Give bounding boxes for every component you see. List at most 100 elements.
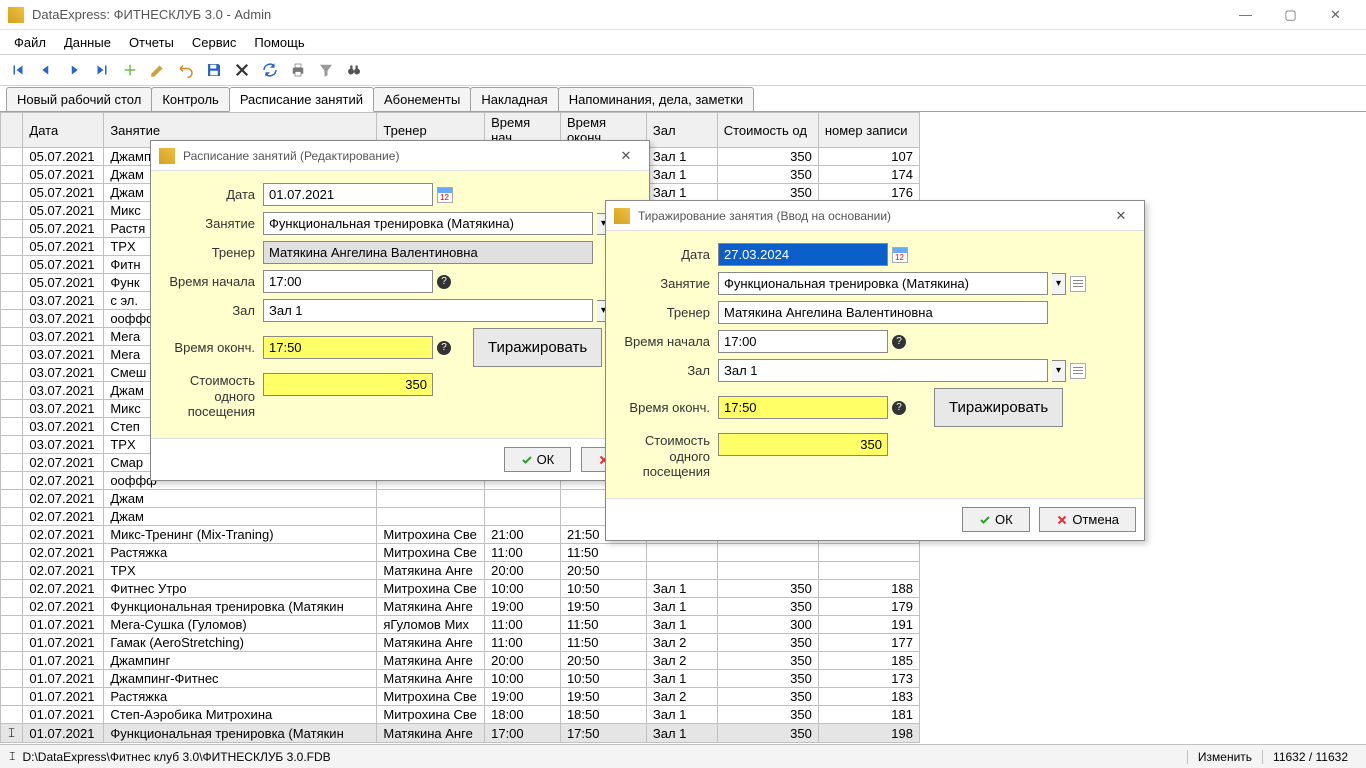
dialog1-ok-button[interactable]: ОК: [504, 447, 572, 472]
close-button[interactable]: ✕: [1313, 0, 1358, 30]
tab-bar: Новый рабочий стол Контроль Расписание з…: [0, 86, 1366, 112]
dialog1-close-icon[interactable]: ✕: [611, 141, 641, 171]
table-row[interactable]: 01.07.2021РастяжкаМитрохина Све19:0019:5…: [1, 688, 920, 706]
label-hall: Зал: [618, 363, 718, 378]
status-path: D:\DataExpress\Фитнес клуб 3.0\ФИТНЕСКЛУ…: [22, 750, 1186, 764]
dialog2-ok-button[interactable]: ОК: [962, 507, 1030, 532]
label-hall: Зал: [163, 303, 263, 318]
table-row[interactable]: 01.07.2021ДжампингМатякина Анге20:0020:5…: [1, 652, 920, 670]
tab-invoice[interactable]: Накладная: [470, 87, 558, 111]
first-record-icon[interactable]: [6, 58, 30, 82]
input-hall[interactable]: [263, 299, 593, 322]
help-icon[interactable]: ?: [437, 275, 451, 289]
column-header[interactable]: Стоимость од: [717, 113, 818, 148]
help-icon[interactable]: ?: [437, 341, 451, 355]
input-cost[interactable]: [263, 373, 433, 396]
label-cost: Стоимость одного посещения: [163, 373, 263, 420]
column-header[interactable]: Зал: [646, 113, 717, 148]
input-start[interactable]: [263, 270, 433, 293]
filter-icon[interactable]: [314, 58, 338, 82]
delete-icon[interactable]: [230, 58, 254, 82]
status-mode: Изменить: [1187, 750, 1262, 764]
calendar-icon[interactable]: [437, 187, 453, 203]
table-row[interactable]: 02.07.2021TPXМатякина Анге20:0020:50: [1, 562, 920, 580]
save-icon[interactable]: [202, 58, 226, 82]
status-counter: 11632 / 11632: [1262, 750, 1358, 764]
label-start: Время начала: [163, 274, 263, 289]
input-date[interactable]: [263, 183, 433, 206]
table-row[interactable]: 𝙸01.07.2021Функциональная тренировка (Ма…: [1, 724, 920, 743]
menu-service[interactable]: Сервис: [184, 33, 245, 52]
help-icon[interactable]: ?: [892, 335, 906, 349]
menu-reports[interactable]: Отчеты: [121, 33, 182, 52]
label-trainer: Тренер: [163, 245, 263, 260]
input-start[interactable]: [718, 330, 888, 353]
input-trainer: [263, 241, 593, 264]
input-end[interactable]: [263, 336, 433, 359]
label-date: Дата: [163, 187, 263, 202]
label-cost: Стоимость одного посещения: [618, 433, 718, 480]
toolbar: [0, 54, 1366, 86]
table-row[interactable]: 02.07.2021РастяжкаМитрохина Све11:0011:5…: [1, 544, 920, 562]
dialog-edit-schedule: Расписание занятий (Редактирование) ✕ Да…: [150, 140, 650, 481]
tab-control[interactable]: Контроль: [151, 87, 229, 111]
status-bar: 𝙸 D:\DataExpress\Фитнес клуб 3.0\ФИТНЕСК…: [0, 744, 1366, 768]
table-row[interactable]: 01.07.2021Степ-Аэробика МитрохинаМитрохи…: [1, 706, 920, 724]
label-lesson: Занятие: [618, 276, 718, 291]
minimize-button[interactable]: —: [1223, 0, 1268, 30]
edit-marker-icon: 𝙸: [8, 749, 16, 764]
tab-notes[interactable]: Напоминания, дела, заметки: [558, 87, 754, 111]
dropdown-icon[interactable]: ▾: [1052, 360, 1066, 382]
dialog-icon: [159, 148, 175, 164]
label-end: Время оконч.: [163, 340, 263, 355]
table-row[interactable]: 01.07.2021Джампинг-ФитнесМатякина Анге10…: [1, 670, 920, 688]
last-record-icon[interactable]: [90, 58, 114, 82]
dropdown-icon[interactable]: ▾: [1052, 273, 1066, 295]
input-date[interactable]: [718, 243, 888, 266]
input-lesson[interactable]: [718, 272, 1048, 295]
undo-icon[interactable]: [174, 58, 198, 82]
column-header[interactable]: номер записи: [818, 113, 919, 148]
dialog1-title: Расписание занятий (Редактирование): [183, 149, 611, 163]
dialog-icon: [614, 208, 630, 224]
table-row[interactable]: 02.07.2021Фитнес УтроМитрохина Све10:001…: [1, 580, 920, 598]
title-bar: DataExpress: ФИТНЕСКЛУБ 3.0 - Admin — ▢ …: [0, 0, 1366, 30]
input-lesson[interactable]: [263, 212, 593, 235]
list-icon[interactable]: [1070, 363, 1086, 379]
binoculars-icon[interactable]: [342, 58, 366, 82]
maximize-button[interactable]: ▢: [1268, 0, 1313, 30]
column-header[interactable]: Дата: [23, 113, 104, 148]
menu-data[interactable]: Данные: [56, 33, 119, 52]
input-end[interactable]: [718, 396, 888, 419]
edit-icon[interactable]: [146, 58, 170, 82]
print-icon[interactable]: [286, 58, 310, 82]
tab-schedule[interactable]: Расписание занятий: [229, 87, 374, 112]
add-icon[interactable]: [118, 58, 142, 82]
tab-subscriptions[interactable]: Абонементы: [373, 87, 471, 111]
prev-record-icon[interactable]: [34, 58, 58, 82]
label-start: Время начала: [618, 334, 718, 349]
input-trainer[interactable]: [718, 301, 1048, 324]
help-icon[interactable]: ?: [892, 401, 906, 415]
replicate-button[interactable]: Тиражировать: [473, 328, 602, 367]
menu-bar: Файл Данные Отчеты Сервис Помощь: [0, 30, 1366, 54]
refresh-icon[interactable]: [258, 58, 282, 82]
dialog2-close-icon[interactable]: ✕: [1106, 201, 1136, 231]
app-icon: [8, 7, 24, 23]
menu-help[interactable]: Помощь: [246, 33, 312, 52]
table-row[interactable]: 01.07.2021Мега-Сушка (Гуломов)яГуломов М…: [1, 616, 920, 634]
next-record-icon[interactable]: [62, 58, 86, 82]
label-end: Время оконч.: [618, 400, 718, 415]
table-row[interactable]: 02.07.2021Функциональная тренировка (Мат…: [1, 598, 920, 616]
dialog2-title: Тиражирование занятия (Ввод на основании…: [638, 209, 1106, 223]
label-lesson: Занятие: [163, 216, 263, 231]
tab-desktop[interactable]: Новый рабочий стол: [6, 87, 152, 111]
list-icon[interactable]: [1070, 276, 1086, 292]
dialog2-cancel-button[interactable]: Отмена: [1039, 507, 1136, 532]
table-row[interactable]: 01.07.2021Гамак (AeroStretching)Матякина…: [1, 634, 920, 652]
input-cost[interactable]: [718, 433, 888, 456]
menu-file[interactable]: Файл: [6, 33, 54, 52]
replicate-button[interactable]: Тиражировать: [934, 388, 1063, 427]
calendar-icon[interactable]: [892, 247, 908, 263]
input-hall[interactable]: [718, 359, 1048, 382]
